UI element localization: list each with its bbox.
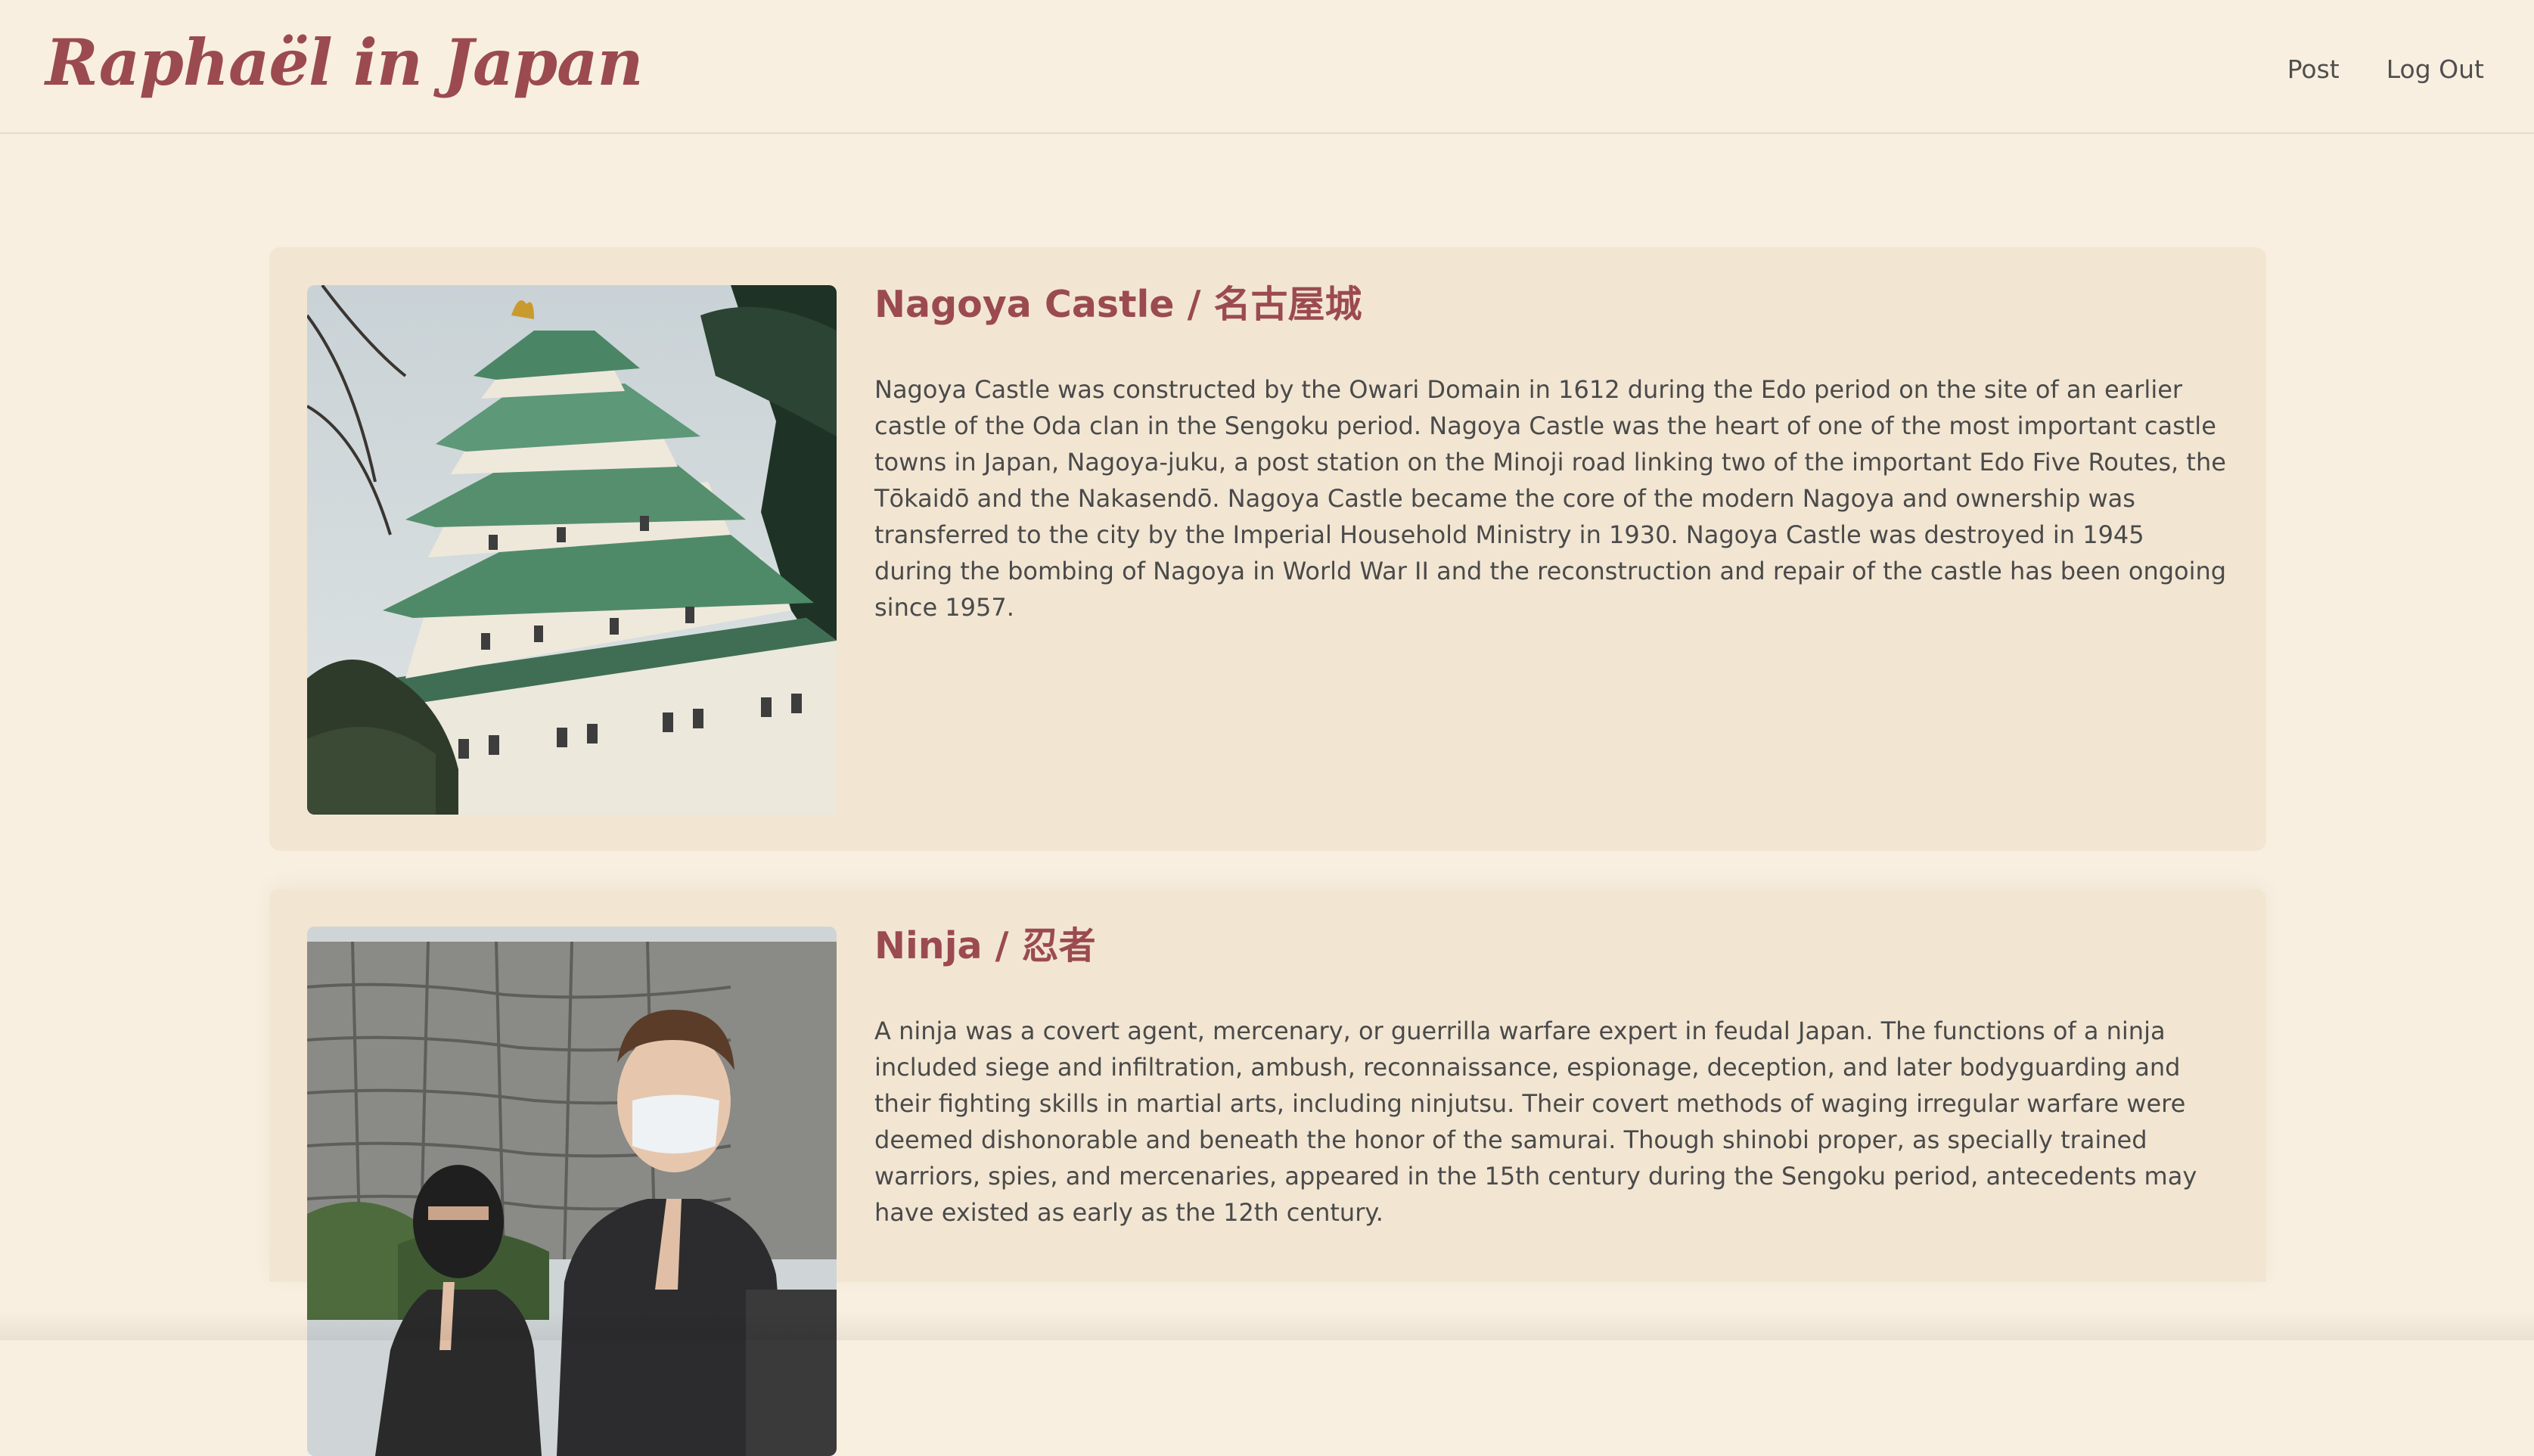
post-card-ninja: Ninja / 忍者 A ninja was a covert agent, m… xyxy=(269,889,2266,1456)
nav-post-link[interactable]: Post xyxy=(2287,54,2340,85)
nav-links: Post Log Out xyxy=(2287,54,2484,85)
post-body-text: Nagoya Castle was constructed by the Owa… xyxy=(874,374,2227,622)
nav-logout-link[interactable]: Log Out xyxy=(2386,54,2484,85)
castle-illustration xyxy=(307,285,837,815)
post-content: Nagoya Castle / 名古屋城 Nagoya Castle was c… xyxy=(874,281,2228,626)
ninja-photo[interactable] xyxy=(307,927,837,1456)
top-navbar: Raphaël in Japan Post Log Out xyxy=(0,0,2534,134)
ninja-illustration xyxy=(307,927,837,1456)
post-feed: Nagoya Castle / 名古屋城 Nagoya Castle was c… xyxy=(269,247,2266,1456)
post-title[interactable]: Nagoya Castle / 名古屋城 xyxy=(874,281,2228,329)
post-title[interactable]: Ninja / 忍者 xyxy=(874,922,2228,970)
post-body-text: A ninja was a covert agent, mercenary, o… xyxy=(874,1016,2197,1227)
castle-photo[interactable] xyxy=(307,285,837,815)
post-card-nagoya-castle: Nagoya Castle / 名古屋城 Nagoya Castle was c… xyxy=(269,247,2266,851)
post-content: Ninja / 忍者 A ninja was a covert agent, m… xyxy=(874,922,2228,1231)
site-brand-link[interactable]: Raphaël in Japan xyxy=(45,21,644,104)
